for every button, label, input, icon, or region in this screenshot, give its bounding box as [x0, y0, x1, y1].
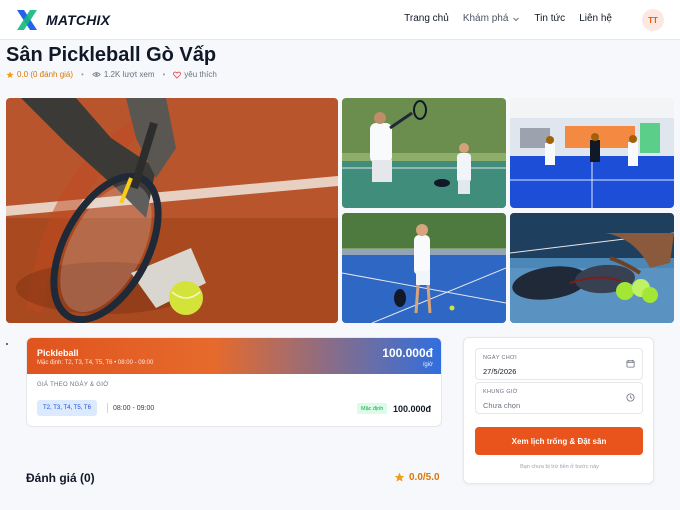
- nav-contact[interactable]: Liên hệ: [579, 13, 612, 24]
- sport-name: Pickleball: [37, 348, 79, 358]
- stray-dot: [6, 343, 8, 345]
- clock-icon: [626, 393, 635, 402]
- default-schedule: Mặc định: T2, T3, T4, T5, T6 • 08:00 - 0…: [37, 360, 154, 366]
- gallery-main-photo[interactable]: [6, 98, 338, 323]
- pricing-banner: Pickleball Mặc định: T2, T3, T4, T5, T6 …: [27, 338, 441, 374]
- time-range: 08:00 - 09:00: [113, 405, 155, 412]
- favorite-text: yêu thích: [184, 70, 217, 79]
- calendar-icon: [626, 359, 635, 368]
- play-date-label: NGÀY CHƠI: [483, 355, 517, 361]
- reviews-score-text: 0.0/5.0: [409, 472, 440, 483]
- meta-separator: •: [162, 70, 166, 79]
- venue-rating: 0.0 (0 đánh giá): [6, 70, 73, 79]
- divider: [107, 403, 108, 413]
- payment-note: Bạn chưa bị trừ tiền ở bước này: [520, 464, 599, 470]
- star-icon: [6, 70, 14, 78]
- venue-rating-text: 0.0 (0 đánh giá): [17, 70, 74, 79]
- time-slot-value: Chưa chọn: [483, 401, 521, 410]
- heart-icon: [173, 71, 182, 79]
- logo-x-icon[interactable]: [14, 7, 40, 33]
- play-date-value: 27/5/2026: [483, 367, 517, 376]
- nav-explore[interactable]: Khám phá: [463, 13, 521, 24]
- gallery-photo[interactable]: [510, 213, 674, 323]
- reviews-score: 0.0/5.0: [394, 472, 440, 483]
- venue-title: Sân Pickleball Gò Vấp: [6, 44, 217, 66]
- nav-home[interactable]: Trang chủ: [404, 13, 449, 24]
- days-badge: T2, T3, T4, T5, T6: [37, 400, 97, 416]
- row-price: 100.000đ: [392, 404, 431, 414]
- eye-icon: [92, 72, 101, 77]
- time-slot-label: KHUNG GIỜ: [483, 389, 518, 395]
- venue-views-text: 1.2K lượt xem: [103, 70, 155, 79]
- chevron-down-icon: [513, 17, 520, 21]
- nav-explore-label: Khám phá: [462, 13, 509, 24]
- booking-panel: NGÀY CHƠI 27/5/2026 KHUNG GIỜ Chưa chọn …: [463, 337, 654, 484]
- gallery-photo[interactable]: [510, 98, 674, 208]
- play-date-field[interactable]: NGÀY CHƠI 27/5/2026: [475, 348, 643, 380]
- main-nav: Trang chủ Khám phá Tin tức Liên hệ: [404, 13, 612, 24]
- venue-meta: 0.0 (0 đánh giá) • 1.2K lượt xem • yêu t…: [6, 70, 217, 79]
- price-main: 100.000đ: [382, 346, 433, 360]
- default-badge: Mặc định: [357, 403, 388, 414]
- favorite-button[interactable]: yêu thích: [173, 70, 217, 79]
- user-avatar[interactable]: TT: [642, 9, 664, 31]
- section-label: GIÁ THEO NGÀY & GIỜ: [37, 382, 109, 388]
- star-icon: [394, 472, 405, 482]
- venue-views: 1.2K lượt xem: [92, 70, 155, 79]
- reviews-title: Đánh giá (0): [26, 471, 95, 485]
- brand-name[interactable]: MATCHIX: [46, 12, 110, 28]
- pricing-card: Pickleball Mặc định: T2, T3, T4, T5, T6 …: [26, 337, 442, 427]
- price-unit: /giờ: [422, 362, 433, 368]
- gallery-photo[interactable]: [342, 213, 506, 323]
- gallery-photo[interactable]: [342, 98, 506, 208]
- meta-separator: •: [81, 70, 84, 79]
- nav-news[interactable]: Tin tức: [534, 13, 565, 24]
- view-schedule-book-button[interactable]: Xem lịch trống & Đặt sân: [475, 427, 643, 455]
- time-slot-field[interactable]: KHUNG GIỜ Chưa chọn: [475, 382, 643, 414]
- top-nav-bar: MATCHIX Trang chủ Khám phá Tin tức Liên …: [0, 0, 680, 40]
